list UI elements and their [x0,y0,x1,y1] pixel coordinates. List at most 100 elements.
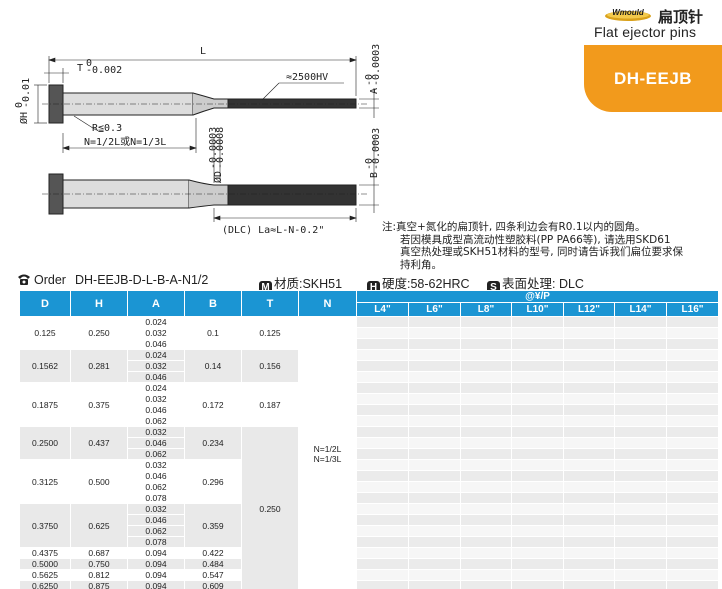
cell-a: 0.094 [127,580,185,589]
header-n: N [298,290,357,317]
price-cell [460,492,512,504]
price-cell [356,338,409,350]
cell-d: 0.5625 [19,569,71,581]
cell-b: 0.547 [184,569,242,581]
header-length: L8" [460,302,512,317]
price-cell [408,470,461,482]
note-block: 注:真空+氮化的扁顶针, 四条利边会有R0.1以内的圆角。 若因模具成型高流动性… [382,221,722,271]
price-cell [460,426,512,438]
price-cell [665,349,720,361]
cell-d: 0.4375 [19,547,71,559]
cell-a: 0.062 [127,525,185,537]
price-cell [460,514,512,526]
product-code-tab: DH-EEJB [584,45,722,112]
price-cell [665,503,720,515]
price-cell [563,371,615,383]
price-cell [614,404,667,416]
price-cell [665,558,720,570]
price-cell [356,448,409,460]
n-value: N=1/3L [313,454,342,464]
price-cell [563,437,615,449]
price-cell [665,547,720,559]
price-cell [408,569,461,581]
header-a: A [127,290,185,317]
cell-t-merged: 0.250 [241,426,299,589]
hardness: 硬度:58-62HRC [382,277,470,291]
price-cell [614,360,667,372]
cell-a: 0.046 [127,404,185,416]
price-cell [665,426,720,438]
price-cell [408,415,461,427]
dim-a-sub: -0.0003 [371,44,382,86]
price-cell [563,338,615,350]
dim-b-sub: -0.0003 [371,128,382,170]
cell-d: 0.3750 [19,503,71,548]
price-cell [614,448,667,460]
cell-b: 0.14 [184,349,242,383]
price-cell [665,316,720,328]
price-cell [408,492,461,504]
price-cell [511,360,564,372]
price-cell [460,371,512,383]
price-cell [511,558,564,570]
price-cell [511,503,564,515]
table-row: 0.3750 0.625 0.032 0.359 [19,503,720,548]
cell-a: 0.032 [127,503,185,515]
price-cell [511,492,564,504]
surface: 表面处理: DLC [502,277,584,291]
order-line: Order DH-EEJB-D-L-B-A-N1/2 M 材质:SKH51 H 硬度… [17,273,717,294]
cell-a: 0.032 [127,426,185,438]
dim-a: A [369,88,380,94]
cell-a: 0.046 [127,338,185,350]
price-cell [460,338,512,350]
price-cell [511,371,564,383]
price-cell [356,360,409,372]
wmould-logo: Wmould [605,8,651,21]
price-cell [563,360,615,372]
price-cell [511,580,564,589]
cell-a: 0.046 [127,470,185,482]
price-cell [408,481,461,493]
price-cell [408,580,461,589]
cell-a: 0.024 [127,349,185,361]
price-cell [614,525,667,537]
cell-a: 0.024 [127,316,185,328]
cell-b: 0.172 [184,382,242,427]
price-cell [356,327,409,339]
table-row: 0.6250 0.875 0.094 0.609 [19,580,720,589]
price-cell [563,514,615,526]
price-cell [563,415,615,427]
price-cell [614,415,667,427]
cell-a: 0.062 [127,481,185,493]
price-cell [356,525,409,537]
price-cell [460,393,512,405]
cell-h: 0.500 [70,459,128,504]
price-cell [460,569,512,581]
price-cell [665,360,720,372]
price-cell [614,382,667,394]
price-cell [460,360,512,372]
price-cell [356,547,409,559]
price-cell [408,503,461,515]
top-pin [42,84,369,124]
price-cell [356,371,409,383]
spec-table: D H A B T N @¥/P L4" L6" L8" L10" L12" L14" L1… [19,289,720,589]
price-cell [356,459,409,471]
cell-a: 0.024 [127,382,185,394]
price-cell [614,393,667,405]
header-d: D [19,290,71,317]
price-cell [511,514,564,526]
price-cell [460,536,512,548]
price-cell [356,558,409,570]
price-cell [356,503,409,515]
price-cell [563,459,615,471]
cell-a: 0.094 [127,569,185,581]
cell-b: 0.234 [184,426,242,460]
cell-d: 0.1875 [19,382,71,427]
price-cell [665,415,720,427]
price-cell [460,382,512,394]
price-cell [460,448,512,460]
price-cell [356,426,409,438]
price-cell [563,547,615,559]
cell-n: N=1/2L N=1/3L [298,316,357,589]
